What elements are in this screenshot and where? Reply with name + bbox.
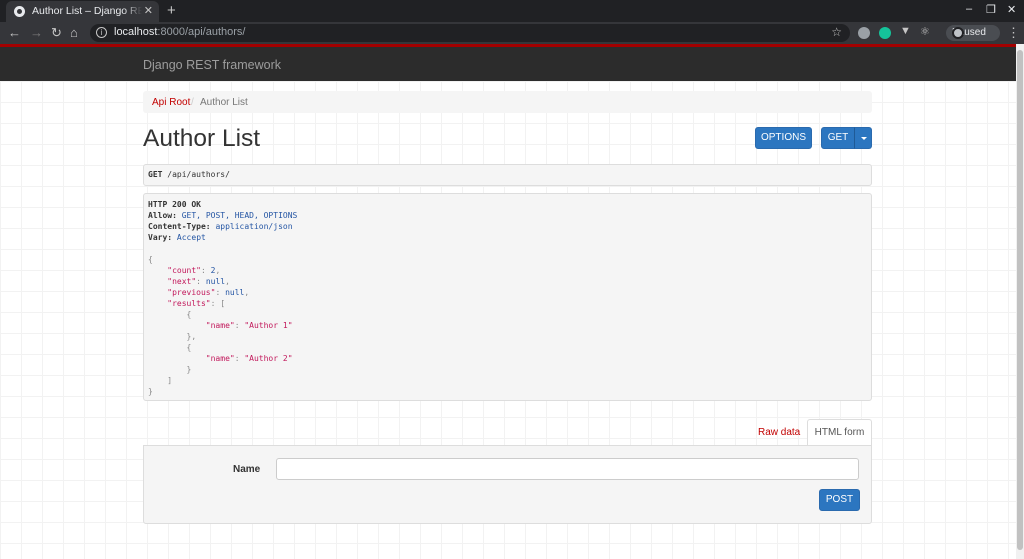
json-next: "next": null, (167, 277, 230, 286)
get-button[interactable]: GET (821, 127, 855, 149)
info-icon[interactable]: i (96, 27, 107, 38)
vue-devtools-icon[interactable]: ▼ (900, 25, 911, 37)
page-scrollbar[interactable] (1016, 44, 1024, 559)
grammarly-icon[interactable] (879, 27, 891, 39)
breadcrumb-current: Author List (200, 97, 248, 108)
react-devtools-icon[interactable]: ⚛ (920, 25, 930, 38)
window-close-icon[interactable]: ✕ (1007, 3, 1016, 16)
post-button[interactable]: POST (819, 489, 860, 511)
extension-icon-1[interactable] (858, 27, 870, 39)
breadcrumb-separator: / (191, 97, 194, 108)
browser-tab[interactable]: Author List – Django REST framework ✕ (6, 1, 159, 22)
request-info: GET /api/authors/ (143, 164, 872, 186)
response-header-content-type: Content-Type: application/json (148, 222, 293, 231)
request-method: GET (148, 170, 163, 179)
bookmark-star-icon[interactable]: ☆ (831, 25, 842, 39)
request-path: /api/authors/ (167, 170, 230, 179)
json-item-open: { (148, 343, 192, 352)
back-arrow-icon[interactable]: ← (8, 24, 21, 42)
breadcrumb-api-root[interactable]: Api Root (152, 97, 190, 108)
json-results-close: ] (167, 376, 173, 385)
tab-close-icon[interactable]: ✕ (144, 4, 153, 17)
page-title: Author List (143, 125, 261, 152)
get-format-dropdown[interactable] (854, 127, 872, 149)
navbar: Django REST framework (0, 47, 1016, 81)
json-item-name: "name": "Author 1" (205, 321, 293, 330)
name-field[interactable] (276, 458, 859, 480)
new-tab-button[interactable]: + (167, 2, 176, 19)
json-item-close: } (148, 365, 192, 374)
globe-icon (14, 6, 25, 17)
tab-raw-data[interactable]: Raw data (758, 427, 800, 438)
tab-html-form[interactable]: HTML form (807, 419, 872, 446)
json-previous: "previous": null, (167, 288, 250, 297)
breadcrumb: Api Root / Author List (143, 91, 872, 113)
response-header-vary: Vary: Accept (148, 233, 206, 242)
forward-arrow-icon[interactable]: → (30, 24, 43, 42)
menu-kebab-icon[interactable]: ⋮ (1007, 25, 1020, 41)
json-close: } (148, 387, 153, 396)
restore-icon[interactable]: ❐ (986, 3, 996, 16)
profile-button[interactable]: Paused (946, 25, 1000, 41)
json-item-open: { (148, 310, 192, 319)
navbar-brand[interactable]: Django REST framework (143, 58, 281, 72)
browser-tabstrip: Author List – Django REST framework ✕ + … (0, 0, 1024, 22)
address-bar[interactable]: i localhost:8000/api/authors/ ☆ (90, 24, 850, 42)
json-item-close: }, (148, 332, 197, 341)
response-status: HTTP 200 OK (148, 200, 201, 209)
home-icon[interactable]: ⌂ (70, 24, 78, 42)
url-text: localhost:8000/api/authors/ (114, 26, 246, 38)
reload-icon[interactable]: ↻ (51, 24, 62, 42)
name-label: Name (233, 464, 261, 475)
json-count: "count": 2, (167, 266, 221, 275)
response-info: HTTP 200 OK Allow: GET, POST, HEAD, OPTI… (143, 193, 872, 401)
avatar (952, 27, 964, 39)
html-form-panel: Name POST (143, 445, 872, 524)
options-button[interactable]: OPTIONS (755, 127, 812, 149)
form-tabs: Raw data HTML form (143, 419, 872, 446)
json-results: "results": [ (167, 299, 226, 308)
json-item-name: "name": "Author 2" (205, 354, 293, 363)
browser-toolbar: ← → ↻ ⌂ i localhost:8000/api/authors/ ☆ … (0, 22, 1024, 44)
scrollbar-thumb[interactable] (1017, 50, 1023, 550)
minimize-icon[interactable]: – (966, 3, 972, 15)
tab-title: Author List – Django REST framework (32, 5, 142, 17)
response-header-allow: Allow: GET, POST, HEAD, OPTIONS (148, 211, 298, 220)
json-open: { (148, 255, 153, 264)
